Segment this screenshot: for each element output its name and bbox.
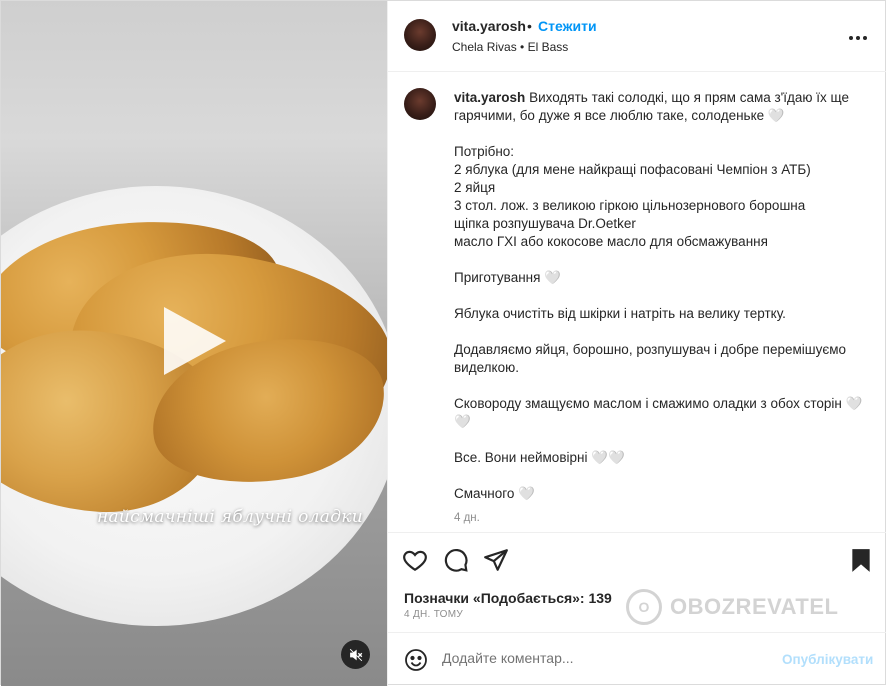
- bookmark-icon[interactable]: [848, 547, 874, 573]
- more-icon: [849, 36, 867, 40]
- emoji-icon[interactable]: [404, 648, 428, 672]
- post-side-panel: vita.yarosh • Стежити Chela Rivas • El B…: [387, 1, 886, 686]
- caption-time: 4 дн.: [454, 512, 480, 524]
- mute-button[interactable]: [341, 640, 370, 669]
- share-icon[interactable]: [483, 547, 509, 573]
- likes-count[interactable]: Позначки «Подобається»: 139: [404, 590, 612, 606]
- post-caption: vita.yarosh Виходять такі солодкі, що я …: [454, 89, 864, 503]
- post-dialog: найсмачніші яблучні оладки vita.yarosh •…: [0, 0, 886, 686]
- avatar[interactable]: [404, 19, 436, 51]
- mute-icon: [349, 648, 362, 661]
- author-username[interactable]: vita.yarosh: [452, 18, 526, 34]
- watermark-logo: O: [626, 589, 662, 625]
- heart-icon[interactable]: [402, 547, 428, 573]
- play-icon[interactable]: [164, 307, 226, 375]
- caption-username[interactable]: vita.yarosh: [454, 90, 525, 105]
- more-options-button[interactable]: [848, 25, 868, 46]
- watermark-text: OBOZREVATEL: [670, 594, 839, 619]
- publish-button[interactable]: Опублікувати: [782, 652, 873, 667]
- action-bar: Позначки «Подобається»: 139 4 ДН. ТОМУ O…: [388, 532, 886, 632]
- audio-track[interactable]: Chela Rivas • El Bass: [452, 40, 568, 54]
- follow-button[interactable]: Стежити: [538, 18, 597, 34]
- video-overlay-text: найсмачніші яблучні оладки: [97, 507, 363, 527]
- separator-dot: •: [527, 18, 532, 34]
- add-comment-bar: Опублікувати: [388, 632, 886, 686]
- obozrevatel-watermark: O OBOZREVATEL: [626, 589, 838, 625]
- comment-input[interactable]: [442, 650, 762, 666]
- comment-icon[interactable]: [443, 547, 469, 573]
- avatar[interactable]: [404, 88, 436, 120]
- post-header: vita.yarosh • Стежити Chela Rivas • El B…: [388, 1, 886, 72]
- caption-area: vita.yarosh Виходять такі солодкі, що я …: [388, 72, 886, 532]
- post-video[interactable]: найсмачніші яблучні оладки: [1, 1, 387, 686]
- post-date: 4 ДН. ТОМУ: [404, 609, 464, 620]
- caption-text: Виходять такі солодкі, що я прям сама з'…: [454, 90, 863, 501]
